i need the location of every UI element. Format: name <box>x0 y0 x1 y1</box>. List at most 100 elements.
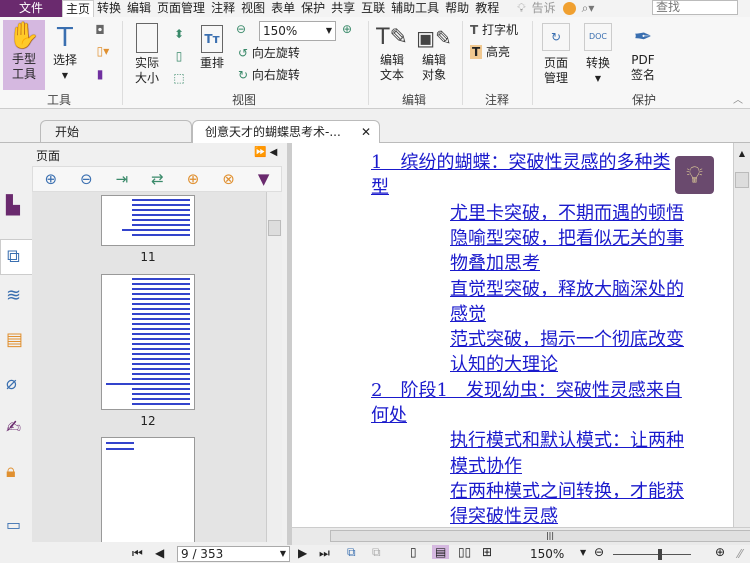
menu-protect[interactable]: 保护 <box>298 0 328 17</box>
prev-page-button[interactable]: ◀ <box>155 546 164 560</box>
typewriter-button[interactable]: T 打字机 <box>470 23 518 38</box>
hand-tool-button[interactable]: ✋ 手型 工具 <box>3 20 45 90</box>
continuous-facing-icon[interactable]: ⊞ <box>482 545 492 559</box>
tell-me[interactable]: 告诉 <box>529 0 559 17</box>
menu-comment[interactable]: 注释 <box>208 0 238 17</box>
toc-link[interactable]: 得突破性灵感 <box>450 504 558 527</box>
menu-view[interactable]: 视图 <box>238 0 268 17</box>
page-manage-button[interactable]: ↻ 页面 管理 <box>538 23 574 86</box>
zoom-slider[interactable] <box>613 554 691 555</box>
next-view-icon[interactable]: ⧉ <box>372 545 381 560</box>
menu-home[interactable]: 主页 <box>62 0 95 18</box>
comments-icon[interactable]: ▤ <box>6 329 26 351</box>
rotate-left-button[interactable]: ↺ 向左旋转 <box>238 46 300 61</box>
vertical-scroll-thumb[interactable] <box>735 172 749 188</box>
thumbnail-page-13[interactable] <box>101 437 195 542</box>
last-page-button[interactable]: ⏭ <box>319 546 330 561</box>
delete-page-icon[interactable]: ⊗ <box>222 170 235 188</box>
zoom-in-icon[interactable]: ⊕ <box>342 22 352 37</box>
panel-scrollbar[interactable] <box>266 192 282 542</box>
pages-panel-icon[interactable]: ⧉ <box>0 239 32 275</box>
clipboard-icon[interactable]: ▯▾ <box>91 44 115 59</box>
toc-link[interactable]: 执行模式和默认模式：让两种 <box>450 428 684 453</box>
convert-button[interactable]: DOC 转换 ▼ <box>582 23 614 86</box>
close-icon[interactable]: ✕ <box>361 121 371 143</box>
previous-view-icon[interactable]: ⧉ <box>347 545 356 560</box>
thumbnail-page-12[interactable] <box>101 274 195 410</box>
lock-icon[interactable]: 🔒︎ <box>6 461 26 483</box>
extract-page-icon[interactable]: ⇥ <box>116 170 129 188</box>
horizontal-scroll-thumb[interactable]: ||| <box>330 530 750 542</box>
toc-link[interactable]: 认知的大理论 <box>450 352 558 377</box>
page-properties-icon[interactable]: ▼ <box>258 170 270 188</box>
facing-page-icon[interactable]: ▯▯ <box>458 545 471 559</box>
attachment-icon[interactable]: ⌀ <box>6 373 26 395</box>
toc-link[interactable]: 物叠加思考 <box>450 251 540 276</box>
edit-text-button[interactable]: T✎ 编辑 文本 <box>375 23 409 83</box>
toc-link[interactable]: 何处 <box>371 403 407 428</box>
snapshot-icon[interactable]: ◘ <box>91 23 109 38</box>
horizontal-scrollbar[interactable]: ||| <box>292 527 750 545</box>
status-zoom-value[interactable]: 150% <box>530 547 564 561</box>
pdf-sign-button[interactable]: ✒ PDF 签名 <box>625 23 661 83</box>
zoom-in-page-icon[interactable]: ⊕ <box>44 170 57 188</box>
actual-size-button[interactable]: 实际 大小 <box>130 23 164 86</box>
tab-document[interactable]: 创意天才的蝴蝶思考术-... ✕ <box>192 120 380 143</box>
zoom-select[interactable]: 150% ▼ <box>259 21 336 41</box>
vertical-scrollbar[interactable]: ▲ <box>733 143 750 545</box>
toc-link[interactable]: 范式突破，揭示一个彻底改变 <box>450 327 684 352</box>
toc-link[interactable]: 模式协作 <box>450 454 522 479</box>
rotate-right-button[interactable]: ↻ 向右旋转 <box>238 68 300 83</box>
fit-page-icons[interactable]: ⬍ ▯ ⬚ <box>172 23 186 89</box>
menu-convert[interactable]: 转换 <box>94 0 124 17</box>
continuous-page-icon[interactable]: ▤ <box>432 545 450 559</box>
toc-link[interactable]: 尤里卡突破，不期而遇的顿悟 <box>450 201 684 226</box>
toc-link[interactable]: 隐喻型突破，把看似无关的事 <box>450 226 684 251</box>
status-zoom-out-icon[interactable]: ⊖ <box>594 545 604 559</box>
replace-page-icon[interactable]: ⇄ <box>151 170 164 188</box>
toc-link[interactable]: 感觉 <box>450 302 486 327</box>
toc-link[interactable]: 在两种模式之间转换，才能获 <box>450 479 684 504</box>
panel-expand-icon[interactable]: ⏩ ◀ <box>254 147 277 158</box>
tip-lightbulb-icon[interactable]: 💡︎ <box>675 156 714 194</box>
select-button[interactable]: T 选择 ▼ <box>50 23 80 83</box>
next-page-button[interactable]: ▶ <box>298 546 307 560</box>
page-number-input[interactable]: 9 / 353 ▼ <box>177 546 290 562</box>
menu-form[interactable]: 表单 <box>268 0 298 17</box>
zoom-slider-knob[interactable] <box>657 549 662 560</box>
toc-link[interactable]: 1 缤纷的蝴蝶：突破性灵感的多种类 <box>371 150 670 175</box>
toc-link[interactable]: 型 <box>371 175 389 200</box>
layers-icon[interactable]: ≋ <box>6 285 26 307</box>
insert-page-icon[interactable]: ⊕ <box>187 170 200 188</box>
menu-tutorial[interactable]: 教程 <box>472 0 502 17</box>
menu-accessibility[interactable]: 辅助工具 <box>388 0 442 17</box>
location-icon[interactable] <box>562 2 576 15</box>
toc-link[interactable]: 直觉型突破，释放大脑深处的 <box>450 277 684 302</box>
lightbulb-icon[interactable]: 💡︎ <box>514 0 528 17</box>
file-menu[interactable]: 文件 <box>0 0 62 17</box>
bookmark-panel-icon[interactable]: ▙ <box>6 195 26 217</box>
reflow-button[interactable]: Tт 重排 <box>196 25 228 71</box>
search-input[interactable]: 查找 <box>652 0 738 15</box>
tab-start[interactable]: 开始 <box>40 120 192 143</box>
panel-scroll-thumb[interactable] <box>268 220 281 236</box>
toc-link[interactable]: 2 阶段1 发现幼虫：突破性灵感来自 <box>371 378 682 403</box>
edit-object-button[interactable]: ▣✎ 编辑 对象 <box>414 23 454 83</box>
first-page-button[interactable]: ⏮ <box>132 546 143 561</box>
single-page-icon[interactable]: ▯ <box>410 545 417 559</box>
signature-icon[interactable]: ✍ <box>6 417 26 439</box>
status-zoom-in-icon[interactable]: ⊕ <box>715 545 725 559</box>
highlight-button[interactable]: T 高亮 <box>470 45 510 60</box>
content-icon[interactable]: ▭ <box>6 515 26 537</box>
search-options-icon[interactable]: ⌕▾ <box>582 1 595 16</box>
menu-share[interactable]: 共享 <box>328 0 358 17</box>
menu-help[interactable]: 帮助 <box>442 0 472 17</box>
zoom-dropdown-icon[interactable]: ▼ <box>580 548 586 557</box>
zoom-out-page-icon[interactable]: ⊖ <box>80 170 93 188</box>
menu-edit[interactable]: 编辑 <box>124 0 154 17</box>
thumbnail-page-11[interactable] <box>101 195 195 246</box>
resize-grip-icon[interactable]: ⁄⁄ <box>738 547 742 561</box>
menu-connect[interactable]: 互联 <box>358 0 388 17</box>
bookmark-icon[interactable]: ▮ <box>91 67 109 82</box>
zoom-out-icon[interactable]: ⊖ <box>236 22 246 37</box>
